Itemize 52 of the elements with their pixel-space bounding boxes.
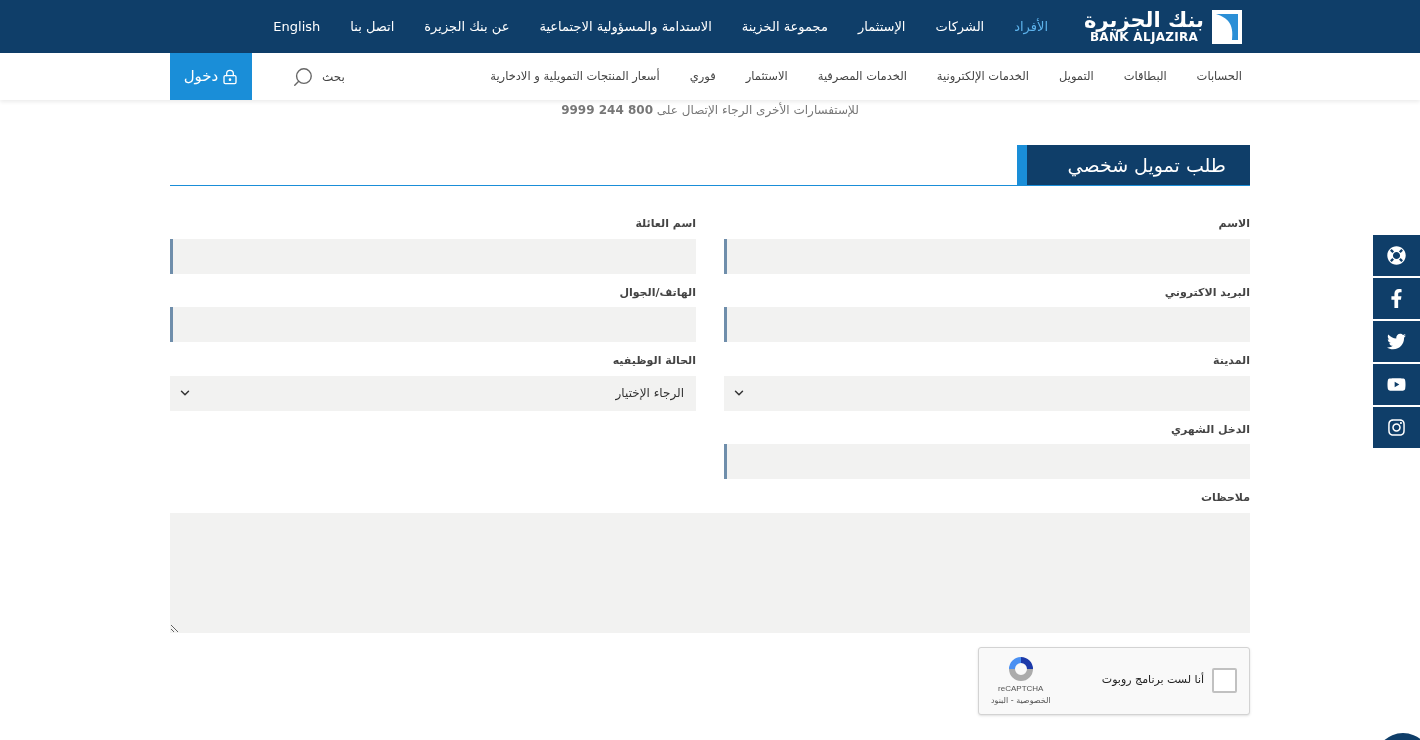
section-title: طلب تمويل شخصي: [1017, 145, 1250, 185]
main-nav-link[interactable]: البطاقات: [1123, 67, 1167, 86]
social-button[interactable]: [1373, 364, 1420, 405]
twitter-icon: [1387, 332, 1406, 351]
social-button[interactable]: [1373, 407, 1420, 448]
input-field[interactable]: [724, 307, 1250, 342]
main-nav-link[interactable]: الخدمات الإلكترونية: [936, 67, 1029, 86]
field-label: ملاحظات: [1201, 490, 1250, 506]
logo-icon: [1212, 9, 1242, 44]
select-field[interactable]: [724, 375, 1250, 411]
main-nav-link[interactable]: الاستثمار: [745, 67, 788, 86]
social-button[interactable]: [1373, 278, 1420, 319]
notes-textarea[interactable]: [170, 512, 1250, 633]
input-field[interactable]: [170, 307, 696, 342]
main-nav-link[interactable]: أسعار المنتجات التمويلية و الادخارية: [490, 67, 660, 86]
top-nav-link[interactable]: English: [273, 16, 321, 37]
captcha-checkbox[interactable]: [1212, 668, 1237, 693]
input-field[interactable]: [170, 238, 696, 274]
lifebuoy-icon: [1387, 246, 1406, 265]
top-nav-link[interactable]: الاستدامة والمسؤولية الاجتماعية: [539, 16, 712, 37]
top-nav-link[interactable]: اتصل بنا: [350, 16, 395, 37]
recaptcha-brand: reCAPTCHA: [998, 682, 1044, 695]
field-label: الاسم: [1218, 216, 1250, 232]
search-link[interactable]: بحث: [292, 65, 345, 88]
select-field[interactable]: الرجاء الإختيار: [170, 375, 696, 411]
main-nav-link[interactable]: الحسابات: [1196, 67, 1242, 86]
field-label: البريد الاكتروني: [1164, 284, 1250, 301]
top-nav-link[interactable]: عن بنك الجزيرة: [424, 16, 510, 37]
social-button[interactable]: [1373, 321, 1420, 362]
field-label: اسم العائلة: [635, 216, 696, 232]
top-nav-link[interactable]: مجموعة الخزينة: [741, 16, 828, 37]
search-icon: [292, 65, 314, 88]
recaptcha-logo-icon: [1006, 654, 1035, 683]
top-nav-link[interactable]: الشركات: [935, 16, 985, 37]
main-nav-link[interactable]: فوري: [689, 67, 716, 86]
field-label: الهاتف/الجوال: [619, 284, 696, 301]
input-field[interactable]: [724, 238, 1250, 274]
lock-icon: [222, 68, 239, 85]
privacy-terms-link[interactable]: الخصوصية - البنود: [991, 694, 1051, 707]
top-nav-link[interactable]: الأفراد: [1014, 16, 1049, 37]
input-field[interactable]: [724, 444, 1250, 479]
main-nav-link[interactable]: الخدمات المصرفية: [817, 67, 907, 86]
social-button[interactable]: [1373, 235, 1420, 276]
field-label: المدينة: [1213, 353, 1250, 369]
instagram-icon: [1387, 418, 1406, 437]
top-nav-link[interactable]: الإستثمار: [857, 16, 906, 37]
field-label: الحالة الوظيفيه: [612, 353, 696, 369]
field-label: الدخل الشهري: [1170, 421, 1250, 438]
login-button[interactable]: دخول: [170, 53, 252, 100]
captcha-label: أنا لست برنامج روبوت: [1101, 672, 1204, 689]
main-nav-link[interactable]: التمويل: [1058, 67, 1094, 86]
youtube-icon: [1387, 375, 1406, 394]
